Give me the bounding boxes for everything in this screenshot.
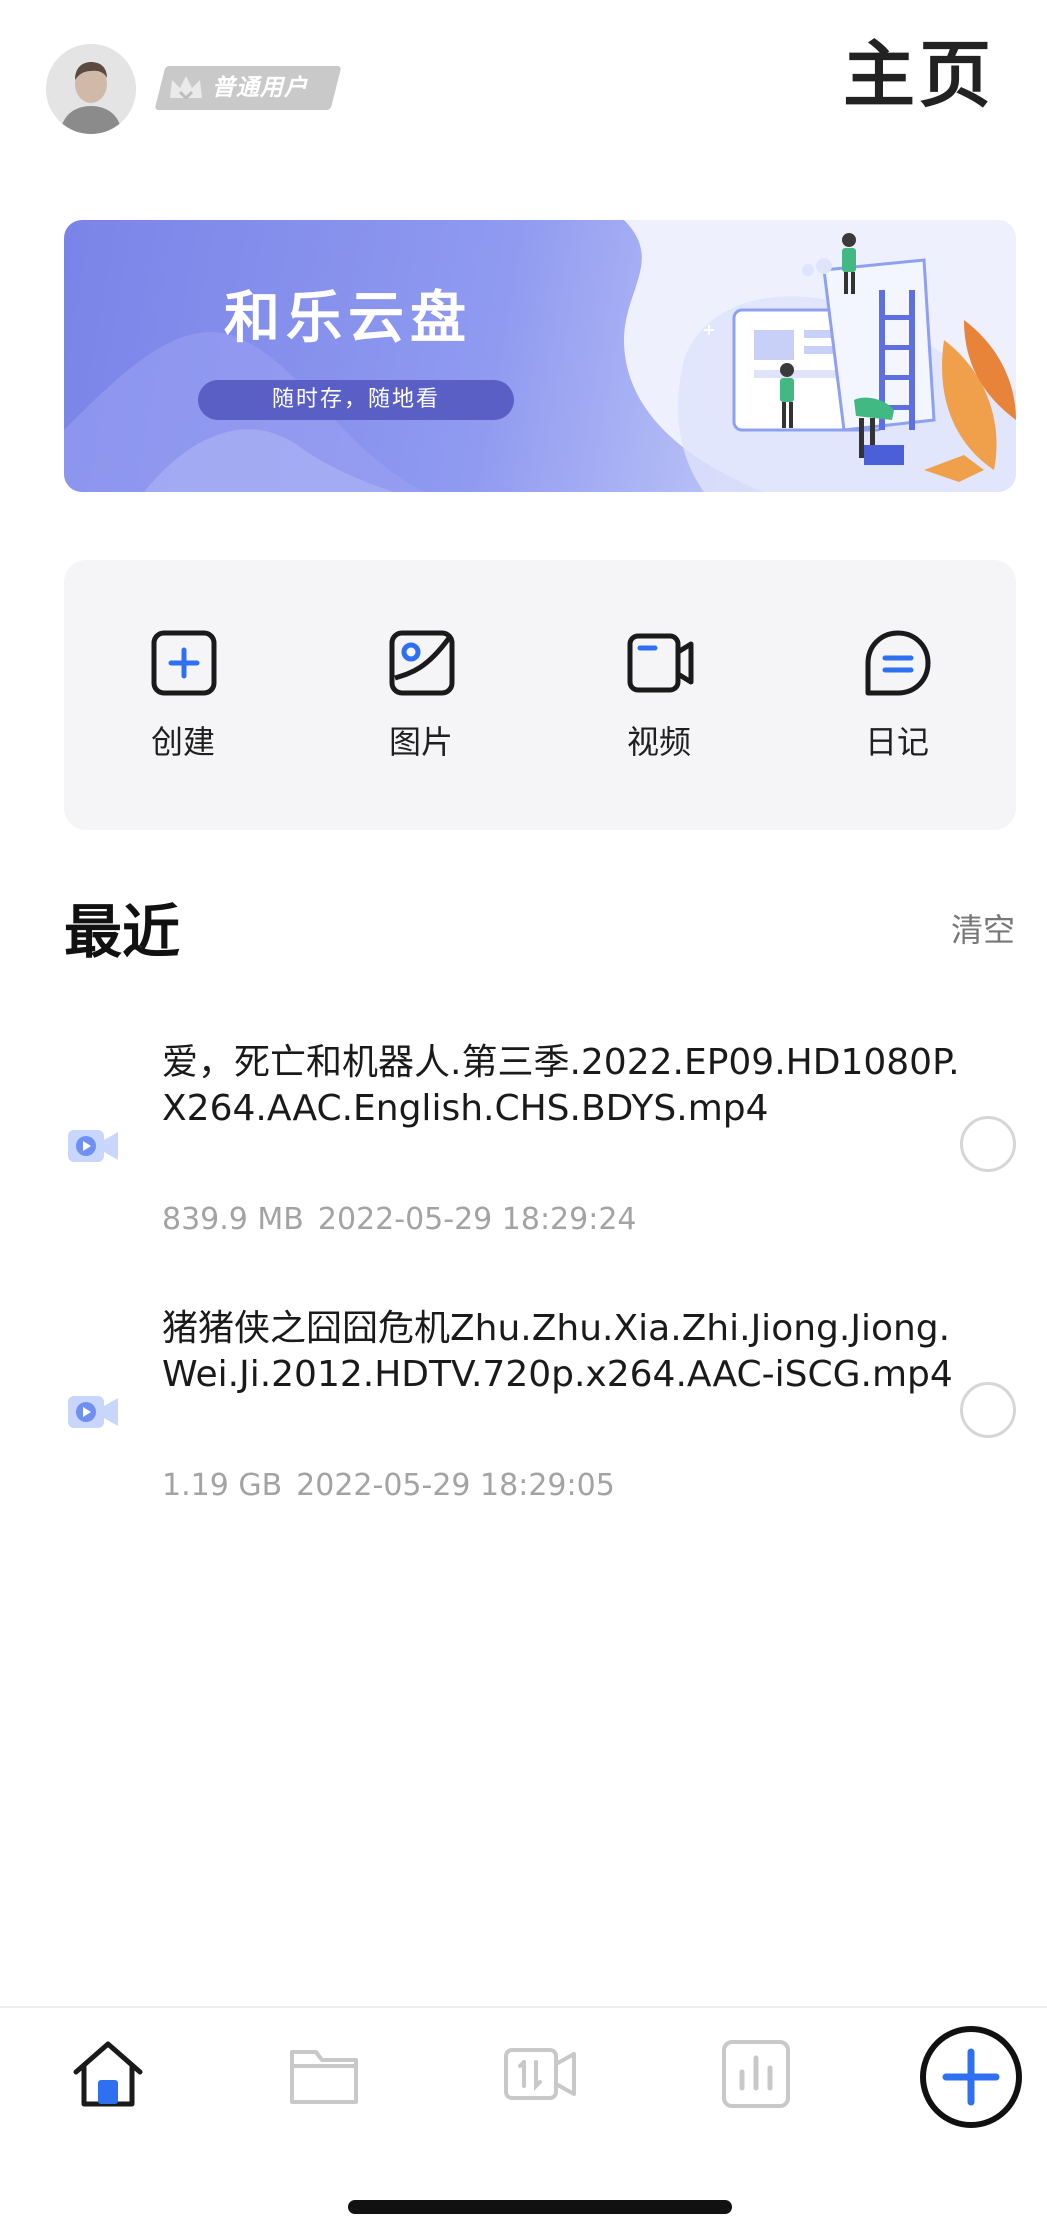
action-label: 视频 [626, 723, 691, 761]
recent-section-title: 最近 [64, 898, 181, 966]
file-name: 爱，死亡和机器人.第三季.2022.EP09.HD1080P.X264.AAC.… [162, 1042, 960, 1129]
crown-icon [170, 76, 202, 101]
promo-banner[interactable]: 和乐云盘 随时存，随地看 [64, 220, 1016, 492]
file-meta: 1.19 GB 2022-05-29 18:29:05 [162, 1466, 615, 1506]
header: 普通用户 主页 [0, 0, 1047, 180]
select-radio[interactable] [960, 1116, 1016, 1172]
action-label: 图片 [388, 723, 453, 761]
list-item[interactable]: 爱，死亡和机器人.第三季.2022.EP09.HD1080P.X264.AAC.… [0, 1030, 1047, 1260]
user-level-label: 普通用户 [212, 75, 308, 101]
home-icon[interactable] [70, 2036, 146, 2112]
plus-circle-icon[interactable] [918, 2024, 1024, 2130]
list-item[interactable]: 猪猪侠之囧囧危机Zhu.Zhu.Xia.Zhi.Jiong.Jiong.Wei.… [0, 1296, 1047, 1526]
folder-icon[interactable] [286, 2036, 362, 2112]
transfer-icon[interactable] [502, 2036, 578, 2112]
file-size: 1.19 GB [162, 1468, 283, 1503]
action-image-button[interactable]: 图片 [302, 560, 540, 830]
plus-square-icon [151, 630, 217, 696]
stats-icon[interactable] [718, 2036, 794, 2112]
action-diary-button[interactable]: 日记 [778, 560, 1016, 830]
file-meta: 839.9 MB 2022-05-29 18:29:24 [162, 1200, 637, 1240]
file-name: 猪猪侠之囧囧危机Zhu.Zhu.Xia.Zhi.Jiong.Jiong.Wei.… [162, 1308, 953, 1395]
video-file-icon [68, 1130, 118, 1162]
select-radio[interactable] [960, 1382, 1016, 1438]
action-label: 日记 [864, 723, 929, 761]
action-create-button[interactable]: 创建 [64, 560, 302, 830]
file-size: 839.9 MB [162, 1202, 304, 1237]
banner-subtitle: 随时存，随地看 [198, 380, 514, 420]
action-label: 创建 [150, 723, 215, 761]
video-file-icon [68, 1396, 118, 1428]
file-date: 2022-05-29 18:29:24 [317, 1202, 637, 1237]
action-video-button[interactable]: 视频 [540, 560, 778, 830]
diary-chat-icon [865, 630, 931, 696]
banner-illustration [64, 220, 1016, 492]
image-icon [389, 630, 455, 696]
clear-recent-button[interactable]: 清空 [951, 906, 1015, 954]
banner-title: 和乐云盘 [224, 286, 472, 351]
video-camera-icon [627, 633, 694, 693]
user-level-badge[interactable]: 普通用户 [154, 66, 342, 110]
home-indicator [348, 2200, 732, 2214]
quick-actions: 创建 图片 视频 日记 [64, 560, 1016, 830]
avatar[interactable] [46, 44, 136, 134]
file-date: 2022-05-29 18:29:05 [296, 1468, 615, 1503]
page-title: 主页 [842, 33, 995, 117]
